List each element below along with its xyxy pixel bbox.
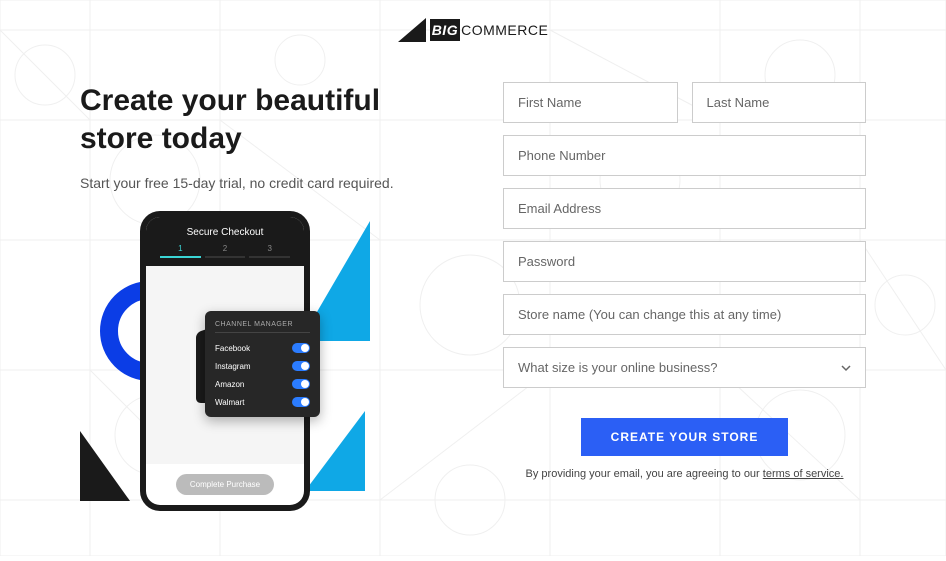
channel-label: Amazon (215, 380, 244, 389)
hero-illustration: Secure Checkout 123 Complete Purchase CH… (80, 211, 400, 511)
checkout-steps: 123 (158, 244, 292, 258)
channel-manager-panel: CHANNEL MANAGER Facebook Instagram Amazo… (205, 311, 320, 417)
checkout-title: Secure Checkout (158, 227, 292, 238)
decor-triangle (305, 411, 365, 491)
toggle-icon (292, 379, 310, 389)
logo-text: BIGCOMMERCE (430, 22, 549, 38)
channel-manager-title: CHANNEL MANAGER (215, 321, 310, 333)
page-subtitle: Start your free 15-day trial, no credit … (80, 175, 443, 191)
phone-field[interactable] (503, 135, 866, 176)
create-store-button[interactable]: CREATE YOUR STORE (581, 418, 789, 456)
channel-label: Facebook (215, 344, 250, 353)
disclaimer-text: By providing your email, you are agreein… (503, 468, 866, 480)
terms-link[interactable]: terms of service. (763, 468, 844, 480)
complete-purchase-button: Complete Purchase (176, 474, 274, 495)
store-name-field[interactable] (503, 294, 866, 335)
phone-mockup: Secure Checkout 123 Complete Purchase CH… (140, 211, 310, 511)
business-size-select[interactable]: What size is your online business? (503, 347, 866, 388)
email-field[interactable] (503, 188, 866, 229)
first-name-field[interactable] (503, 82, 678, 123)
password-field[interactable] (503, 241, 866, 282)
toggle-icon (292, 343, 310, 353)
logo-mark-icon (398, 18, 426, 42)
channel-label: Instagram (215, 362, 251, 371)
decor-triangle (80, 431, 130, 501)
channel-label: Walmart (215, 398, 244, 407)
toggle-icon (292, 361, 310, 371)
last-name-field[interactable] (692, 82, 867, 123)
toggle-icon (292, 397, 310, 407)
brand-logo: BIGCOMMERCE (398, 18, 549, 42)
page-title: Create your beautiful store today (80, 82, 443, 157)
